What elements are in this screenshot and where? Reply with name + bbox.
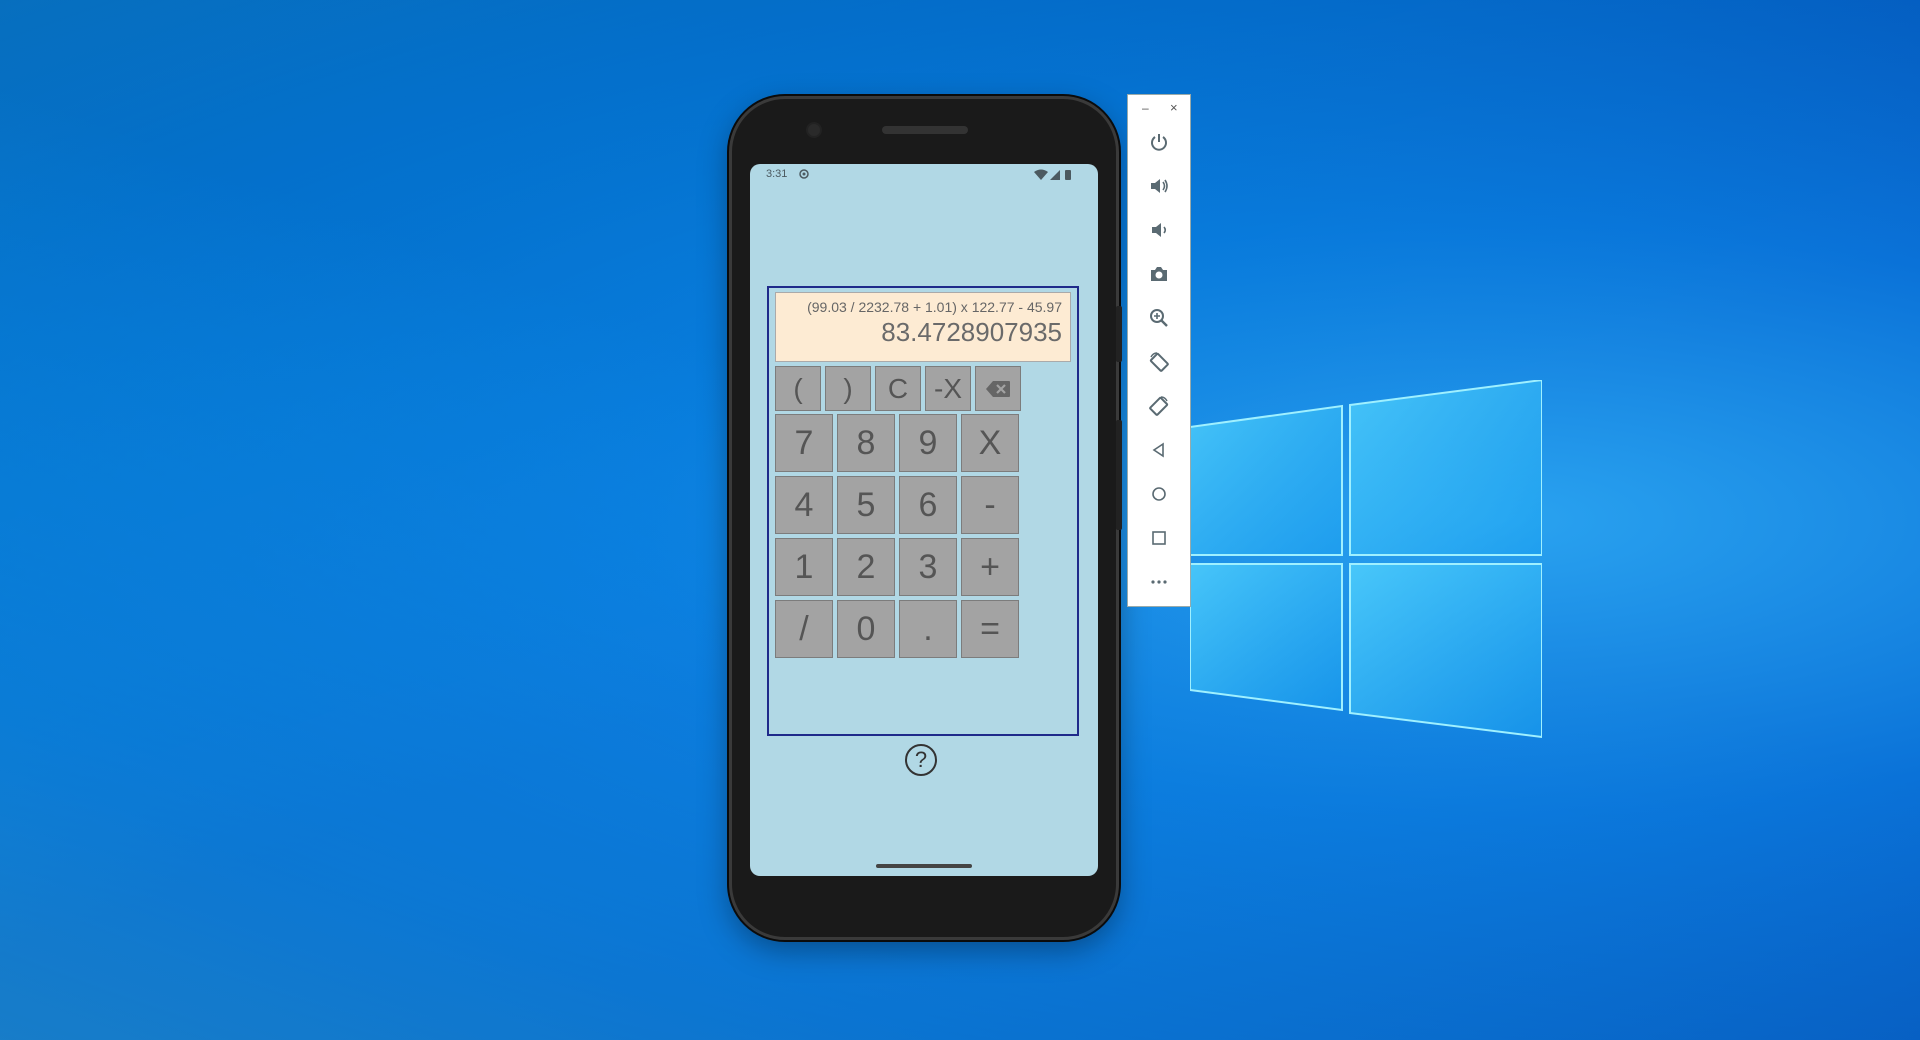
phone-volume-button[interactable] [1116,420,1122,530]
expression-text: (99.03 / 2232.78 + 1.01) x 122.77 - 45.9… [807,299,1062,315]
overview-icon[interactable] [1146,525,1172,551]
camera-icon[interactable] [1146,261,1172,287]
status-time: 3:31 [766,168,788,180]
volume-down-icon[interactable] [1146,217,1172,243]
more-icon[interactable] [1146,569,1172,595]
add-key[interactable]: + [961,538,1019,596]
key-0[interactable]: 0 [837,600,895,658]
emulator-toolbar: – × [1127,94,1191,607]
key-4[interactable]: 4 [775,476,833,534]
zoom-icon[interactable] [1146,305,1172,331]
toolbar-close-button[interactable]: × [1170,100,1178,115]
multiply-key[interactable]: X [961,414,1019,472]
volume-up-icon[interactable] [1146,173,1172,199]
key-7[interactable]: 7 [775,414,833,472]
phone-screen: 3:31 (99.03 / 2232.78 + 1.01) x 122.77 -… [750,164,1098,876]
clear-key[interactable]: C [875,366,921,411]
close-paren-key[interactable]: ) [825,366,871,411]
key-8[interactable]: 8 [837,414,895,472]
key-1[interactable]: 1 [775,538,833,596]
key-5[interactable]: 5 [837,476,895,534]
decimal-key[interactable]: . [899,600,957,658]
key-6[interactable]: 6 [899,476,957,534]
back-icon[interactable] [1146,437,1172,463]
calculator-panel: (99.03 / 2232.78 + 1.01) x 122.77 - 45.9… [767,286,1079,736]
power-icon[interactable] [1146,129,1172,155]
open-paren-key[interactable]: ( [775,366,821,411]
calculator-display: (99.03 / 2232.78 + 1.01) x 122.77 - 45.9… [775,292,1071,362]
result-text: 83.4728907935 [881,317,1062,347]
help-button[interactable]: ? [905,744,937,776]
key-9[interactable]: 9 [899,414,957,472]
backspace-icon [986,380,1010,397]
status-indicators-icon [1034,169,1071,180]
key-2[interactable]: 2 [837,538,895,596]
rotate-right-icon[interactable] [1146,393,1172,419]
subtract-key[interactable]: - [961,476,1019,534]
front-camera [806,122,822,138]
backspace-key[interactable] [975,366,1021,411]
equals-key[interactable]: = [961,600,1019,658]
divide-key[interactable]: / [775,600,833,658]
notification-icon [799,169,809,179]
toolbar-minimize-button[interactable]: – [1142,101,1149,115]
rotate-left-icon[interactable] [1146,349,1172,375]
phone-power-button[interactable] [1116,306,1122,362]
status-bar: 3:31 [750,164,1098,188]
key-3[interactable]: 3 [899,538,957,596]
home-icon[interactable] [1146,481,1172,507]
earpiece-speaker [882,126,968,134]
negate-key[interactable]: -X [925,366,971,411]
gesture-nav-bar[interactable] [876,864,972,868]
windows-logo [1189,378,1543,740]
